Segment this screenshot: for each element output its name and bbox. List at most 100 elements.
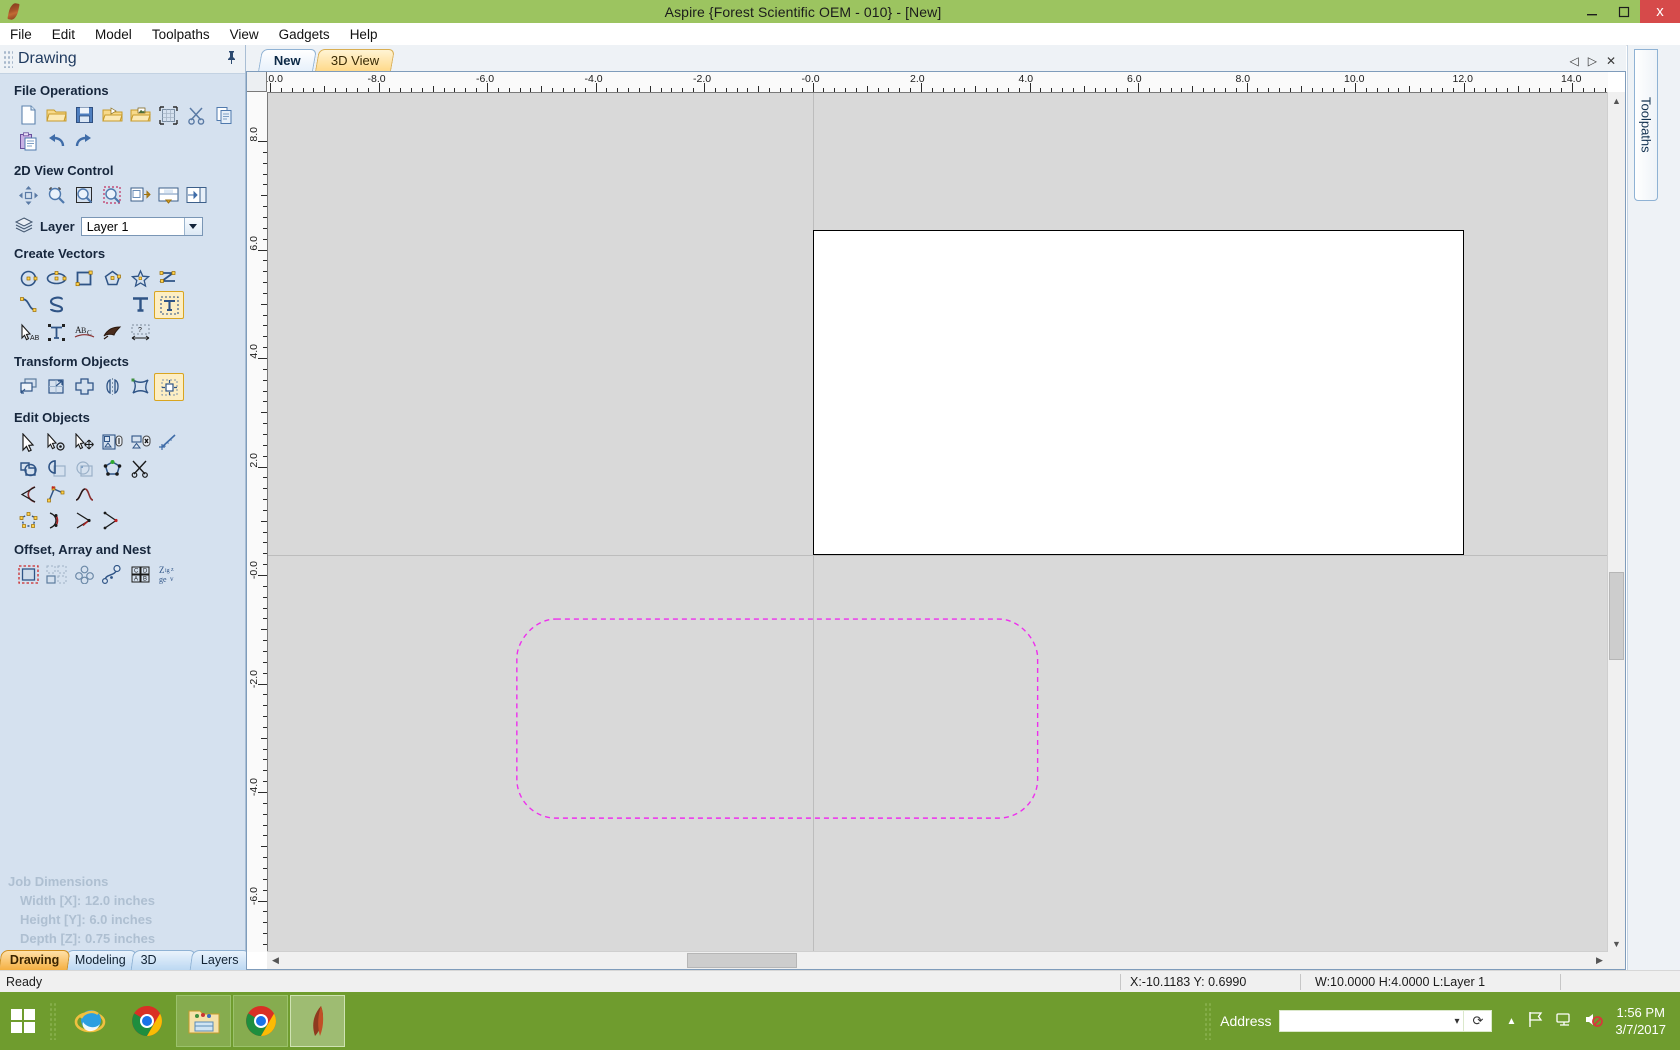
horizontal-scrollbar[interactable]: ◀ ▶ bbox=[267, 951, 1608, 969]
vector-shape-group[interactable] bbox=[268, 93, 1608, 952]
aspire-leaf-icon[interactable] bbox=[290, 995, 345, 1047]
trace-bitmap-icon[interactable] bbox=[98, 319, 126, 345]
menu-gadgets[interactable]: Gadgets bbox=[269, 25, 340, 44]
scroll-right-arrow-icon[interactable]: ▶ bbox=[1591, 952, 1608, 969]
layer-select[interactable]: Layer 1 bbox=[80, 217, 203, 236]
view-tab-new[interactable]: New bbox=[258, 49, 317, 71]
node-edit-settings-icon[interactable] bbox=[42, 429, 70, 455]
trim-icon[interactable] bbox=[126, 455, 154, 481]
zoom-selected-icon[interactable] bbox=[98, 182, 126, 208]
undo-icon[interactable] bbox=[42, 128, 70, 154]
save-icon[interactable] bbox=[70, 102, 98, 128]
smooth-curve-icon[interactable] bbox=[70, 481, 98, 507]
vertical-scrollbar[interactable]: ▲ ▼ bbox=[1607, 92, 1625, 952]
prev-tab-icon[interactable]: ◁ bbox=[1569, 54, 1578, 68]
align-icon[interactable] bbox=[70, 373, 98, 399]
polygon-icon[interactable] bbox=[98, 265, 126, 291]
fillet-icon[interactable] bbox=[14, 481, 42, 507]
ellipse-icon[interactable] bbox=[42, 265, 70, 291]
circular-array-icon[interactable] bbox=[70, 561, 98, 587]
panel-tab-drawing[interactable]: Drawing bbox=[0, 950, 71, 970]
weld-icon[interactable] bbox=[14, 455, 42, 481]
drag-grip-icon[interactable] bbox=[3, 50, 13, 68]
pin-icon[interactable] bbox=[226, 50, 237, 67]
polyline-icon[interactable] bbox=[154, 265, 182, 291]
node-edit-icon[interactable] bbox=[14, 429, 42, 455]
cut-scissors-icon[interactable] bbox=[182, 102, 210, 128]
open-recent-icon[interactable] bbox=[98, 102, 126, 128]
file-explorer-icon[interactable] bbox=[176, 995, 231, 1047]
view-tab-3d-view[interactable]: 3D View bbox=[314, 49, 395, 71]
horizontal-ruler[interactable]: -10.0 -8.0 -6.0 -4.0 -2.0 -0.0 2.0 4.0 6.0 8.0 10.… bbox=[267, 72, 1608, 93]
next-tab-icon[interactable]: ▷ bbox=[1588, 54, 1597, 68]
true-shape-nest-icon[interactable]: CDAB bbox=[126, 561, 154, 587]
network-icon[interactable] bbox=[1555, 1011, 1573, 1031]
menu-toolpaths[interactable]: Toolpaths bbox=[142, 25, 220, 44]
distort-icon[interactable] bbox=[126, 373, 154, 399]
panel-tab-modeling[interactable]: Modeling bbox=[63, 950, 138, 970]
toolpaths-tab[interactable]: Toolpaths bbox=[1634, 49, 1658, 201]
windows-start-icon[interactable] bbox=[0, 992, 46, 1050]
text-selection-icon[interactable]: AB bbox=[14, 319, 42, 345]
menu-file[interactable]: File bbox=[0, 25, 42, 44]
close-button[interactable]: x bbox=[1640, 0, 1680, 23]
ungroup-icon[interactable] bbox=[126, 429, 154, 455]
subtract-icon[interactable] bbox=[42, 455, 70, 481]
redo-icon[interactable] bbox=[70, 128, 98, 154]
dimension-icon[interactable]: ? bbox=[126, 319, 154, 345]
toggle-panel-icon[interactable] bbox=[182, 182, 210, 208]
group-icon[interactable] bbox=[98, 429, 126, 455]
menu-help[interactable]: Help bbox=[340, 25, 388, 44]
refresh-icon[interactable]: ⟳ bbox=[1464, 1010, 1493, 1032]
scale-icon[interactable] bbox=[42, 373, 70, 399]
menu-view[interactable]: View bbox=[220, 25, 269, 44]
import-folder-icon[interactable] bbox=[126, 102, 154, 128]
auto-text-layout-icon[interactable]: ABC bbox=[70, 319, 98, 345]
close-tab-icon[interactable]: ✕ bbox=[1606, 54, 1616, 68]
paste-icon[interactable] bbox=[14, 128, 42, 154]
zigzag-nest-icon[interactable]: Zig z ge v bbox=[154, 561, 182, 587]
address-input[interactable]: ▾ bbox=[1279, 1010, 1465, 1032]
menu-model[interactable]: Model bbox=[85, 25, 142, 44]
taskbar-clock[interactable]: 1:56 PM 3/7/2017 bbox=[1615, 1004, 1666, 1038]
vertical-scrollbar-thumb[interactable] bbox=[1609, 572, 1624, 660]
tangent-icon[interactable] bbox=[98, 507, 126, 533]
chrome-window-icon[interactable] bbox=[233, 995, 288, 1047]
edit-text-icon[interactable] bbox=[154, 291, 184, 319]
open-folder-icon[interactable] bbox=[42, 102, 70, 128]
scroll-down-arrow-icon[interactable]: ▼ bbox=[1608, 935, 1625, 952]
curve-to-line-icon[interactable] bbox=[42, 507, 70, 533]
zoom-extents-icon[interactable] bbox=[70, 182, 98, 208]
menu-edit[interactable]: Edit bbox=[42, 25, 85, 44]
line-to-curve-icon[interactable] bbox=[70, 507, 98, 533]
zoom-drawing-icon[interactable] bbox=[126, 182, 154, 208]
chrome-icon[interactable] bbox=[119, 995, 174, 1047]
scroll-left-arrow-icon[interactable]: ◀ bbox=[267, 952, 284, 969]
copy-icon[interactable] bbox=[210, 102, 238, 128]
s-curve-icon[interactable] bbox=[42, 291, 70, 317]
chevron-down-icon[interactable]: ▾ bbox=[1454, 1016, 1459, 1027]
pan-icon[interactable] bbox=[14, 182, 42, 208]
flag-action-center-icon[interactable] bbox=[1527, 1011, 1544, 1031]
join-vectors-icon[interactable] bbox=[98, 455, 126, 481]
tray-grip-icon[interactable] bbox=[1204, 1002, 1214, 1040]
taskbar-grip-icon[interactable] bbox=[49, 1002, 58, 1040]
minimize-button[interactable] bbox=[1576, 0, 1608, 23]
draw-text-icon[interactable] bbox=[126, 291, 154, 317]
text-on-curve-icon[interactable] bbox=[42, 319, 70, 345]
volume-muted-icon[interactable] bbox=[1584, 1011, 1604, 1031]
scroll-up-arrow-icon[interactable]: ▲ bbox=[1608, 92, 1625, 109]
measure-icon[interactable] bbox=[154, 429, 182, 455]
new-file-icon[interactable] bbox=[14, 102, 42, 128]
intersect-icon[interactable] bbox=[70, 455, 98, 481]
show-hidden-icon[interactable]: ▲ bbox=[1506, 1016, 1516, 1027]
zoom-interactive-icon[interactable] bbox=[42, 182, 70, 208]
chevron-down-icon[interactable] bbox=[183, 218, 202, 235]
copy-along-curve-icon[interactable] bbox=[98, 561, 126, 587]
horizontal-scrollbar-thumb[interactable] bbox=[687, 953, 797, 968]
block-copy-icon[interactable] bbox=[42, 561, 70, 587]
panel-tab-layers[interactable]: Layers bbox=[190, 950, 251, 970]
nodes-visible-icon[interactable] bbox=[14, 507, 42, 533]
select-all-icon[interactable] bbox=[154, 102, 182, 128]
rectangle-icon[interactable] bbox=[70, 265, 98, 291]
